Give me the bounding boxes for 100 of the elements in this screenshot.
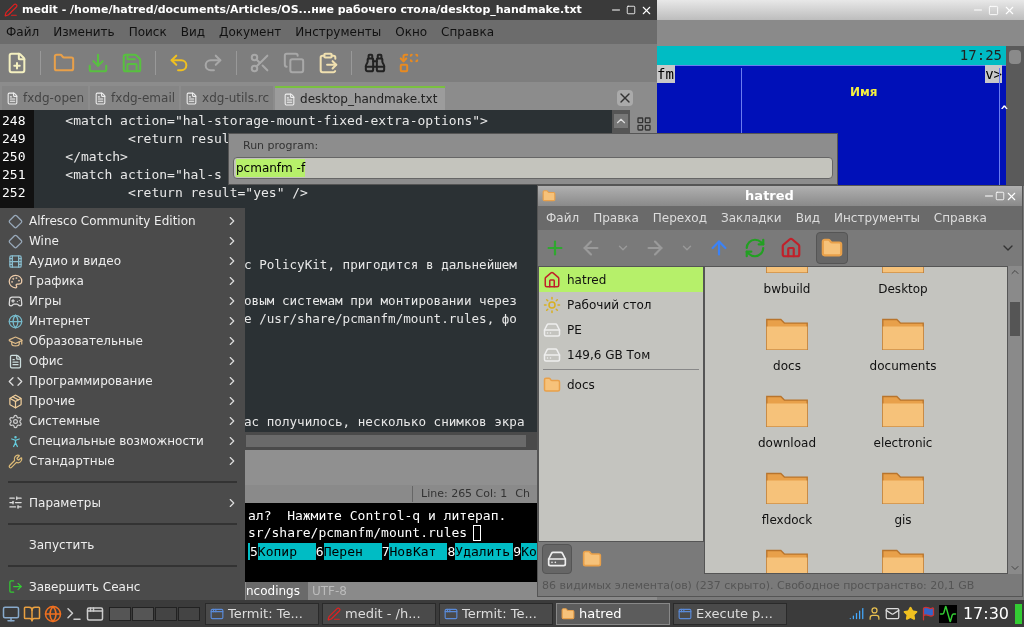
signal-icon[interactable] (848, 606, 864, 621)
sidebar-item[interactable]: 149,6 GB Том (539, 342, 703, 367)
folder-icon[interactable] (53, 52, 75, 74)
desktop-pager[interactable] (178, 606, 200, 621)
task-button[interactable]: Execute p... (673, 602, 787, 625)
network-graph-icon[interactable] (938, 604, 957, 623)
menu-item[interactable]: Справка (933, 209, 987, 227)
file-item[interactable]: gis (845, 470, 961, 545)
save-icon[interactable] (87, 52, 109, 74)
sidebar-item[interactable]: Рабочий стол (539, 292, 703, 317)
scrollbar-thumb[interactable] (1009, 50, 1021, 64)
menu-item[interactable]: Инструменты (295, 23, 382, 41)
function-key[interactable]: НовКат (389, 543, 448, 560)
monitor-icon[interactable] (2, 604, 20, 623)
desktop-pager[interactable] (109, 606, 131, 621)
book-icon[interactable] (23, 604, 41, 623)
scrollbar-thumb[interactable] (246, 435, 526, 447)
menu-item[interactable]: Вид (180, 23, 205, 41)
function-key[interactable]: Ко (521, 543, 537, 560)
task-button[interactable]: hatred (556, 602, 670, 625)
undo-icon[interactable] (168, 52, 190, 74)
menu-item[interactable]: Файл (546, 209, 580, 227)
binoculars-icon[interactable] (364, 52, 386, 74)
menu-item[interactable]: Вид (795, 209, 820, 227)
menu-item[interactable]: Запустить (0, 534, 245, 555)
wrench-icon (8, 453, 23, 469)
file-item[interactable]: flexdock (729, 470, 845, 545)
file-item[interactable]: download (729, 393, 845, 468)
menu-item[interactable]: Образовательные (0, 331, 245, 351)
column-header: Имя (850, 84, 878, 101)
sidebar-item[interactable]: hatred (539, 267, 703, 292)
save-icon[interactable] (121, 52, 143, 74)
menu-item[interactable]: Файл (6, 23, 40, 41)
sidebar-item[interactable]: PE (539, 317, 703, 342)
desktop-pager[interactable] (155, 606, 177, 621)
menu-item[interactable]: Инструменты (834, 209, 920, 227)
tab[interactable]: desktop_handmake.txt (275, 86, 446, 110)
menu-item[interactable]: Системные (0, 411, 245, 431)
side-pane-tab[interactable] (542, 544, 572, 574)
text-line: е /usr/share/pcmanfm/mount.rules, фо (244, 310, 517, 328)
function-key[interactable]: Перен (323, 543, 382, 560)
menu-item[interactable]: Правка (593, 209, 639, 227)
function-key[interactable]: Удалить (455, 543, 514, 560)
file-item[interactable]: docs (729, 316, 845, 391)
menu-item[interactable]: Wine (0, 231, 245, 251)
menu-item[interactable]: Игры (0, 291, 245, 311)
file-item[interactable]: documents (845, 316, 961, 391)
panel-icon[interactable] (635, 116, 652, 132)
pen-icon (327, 606, 341, 621)
file-item[interactable]: Desktop (845, 267, 961, 314)
user-icon[interactable] (866, 606, 882, 621)
file-item[interactable]: bwbuild (729, 267, 845, 314)
code-line: <match action="hal-s (64, 166, 222, 184)
scrollbar-thumb[interactable] (1010, 302, 1020, 336)
star-icon[interactable] (902, 606, 918, 621)
new-file-icon[interactable] (6, 52, 28, 74)
text-line: овым системам при монтировании через (244, 292, 517, 310)
menu-item[interactable]: Аудио и видео (0, 251, 245, 271)
maximize-icon[interactable] (626, 5, 636, 15)
task-button[interactable]: Termit: Te... (205, 602, 319, 625)
close-icon[interactable] (617, 90, 633, 106)
menu-item[interactable]: Поиск (128, 23, 167, 41)
menu-item[interactable]: Закладки (721, 209, 782, 227)
task-button[interactable]: Termit: Te... (439, 602, 553, 625)
menu-item[interactable]: Интернет (0, 311, 245, 331)
reload-icon[interactable] (744, 237, 766, 259)
folder-icon[interactable] (821, 237, 843, 259)
home-icon[interactable] (780, 237, 802, 259)
folder-icon (765, 470, 809, 506)
status-text: Line: 265 Col: 1 (412, 485, 508, 503)
menu-item[interactable]: Документ (219, 23, 282, 41)
mail-icon[interactable] (884, 606, 900, 621)
clipboard-icon[interactable] (317, 52, 339, 74)
menu-item[interactable]: Переход (652, 209, 707, 227)
window-icon (210, 606, 224, 621)
menu-item[interactable]: Графика (0, 271, 245, 291)
function-key[interactable]: Копир (257, 543, 316, 560)
status-text: Ch (515, 485, 530, 502)
menu-item[interactable]: Офис (0, 351, 245, 371)
menu-item[interactable]: Завершить Сеанс (0, 576, 245, 597)
globe-icon[interactable] (44, 604, 62, 623)
task-button[interactable]: medit - /h... (322, 602, 436, 625)
menu-item[interactable]: Программирование (0, 371, 245, 391)
menu-item[interactable]: Параметры (0, 492, 245, 513)
replace-icon[interactable] (398, 52, 420, 74)
command-field[interactable]: pcmanfm -f (233, 156, 833, 179)
sidebar-item[interactable]: docs (539, 372, 703, 397)
line-number: 252 (1, 184, 27, 202)
desktop-pager[interactable] (132, 606, 154, 621)
menu-item[interactable]: Изменить (53, 23, 115, 41)
menu-item[interactable]: Alfresco Community Edition (0, 211, 245, 231)
menu-item[interactable]: Прочие (0, 391, 245, 411)
window-icon[interactable] (86, 604, 104, 623)
scroll-up-icon[interactable] (614, 114, 628, 128)
accessibility-icon (8, 433, 23, 449)
menu-item[interactable]: Окно (395, 23, 428, 41)
globe-icon (8, 313, 23, 329)
menu-item[interactable]: Стандартные (0, 451, 245, 471)
menu-item[interactable]: Справка (441, 23, 494, 41)
file-item[interactable]: electronic (845, 393, 961, 468)
